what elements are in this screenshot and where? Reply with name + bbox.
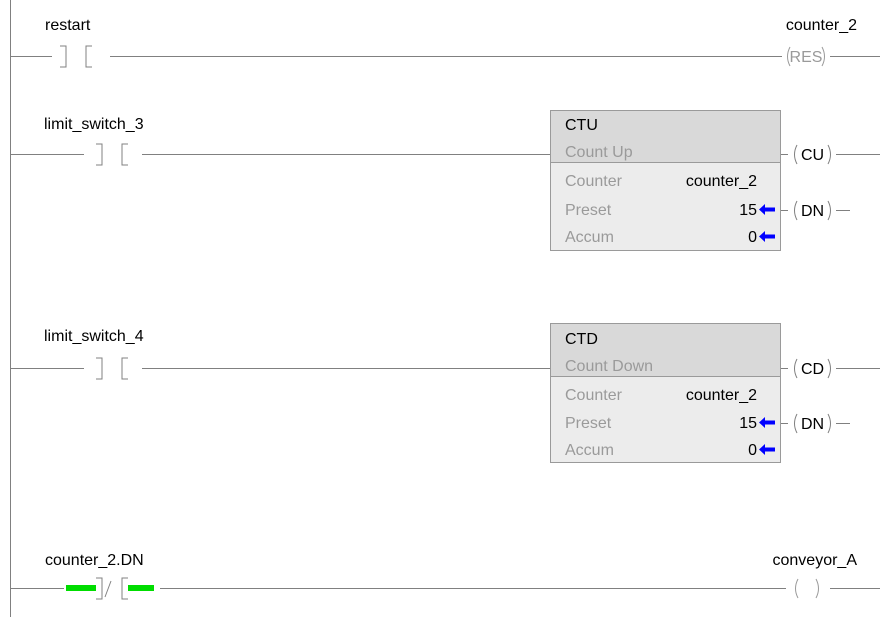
contact-tag-label: counter_2.DN bbox=[45, 552, 144, 569]
rung-1[interactable]: limit_switch_3 CTU Count Up Counter coun… bbox=[10, 110, 880, 251]
block-title: Count Up bbox=[565, 144, 633, 161]
coil-symbol: RES bbox=[790, 49, 823, 66]
contact-tag-label: restart bbox=[45, 17, 91, 34]
coil-tag-label: counter_2 bbox=[786, 17, 857, 34]
preset-param-label: Preset bbox=[565, 202, 612, 219]
accum-param-value[interactable]: 0 bbox=[748, 229, 757, 246]
rung-0[interactable]: restart counter_2 RES bbox=[10, 17, 880, 70]
cu-output-label: CU bbox=[801, 147, 824, 164]
contact-tag-label: limit_switch_3 bbox=[44, 116, 144, 133]
block-title: Count Down bbox=[565, 358, 653, 375]
counter-param-value[interactable]: counter_2 bbox=[686, 173, 757, 190]
energized-right-segment bbox=[128, 585, 154, 591]
dn-output-label: DN bbox=[801, 203, 824, 220]
rung-2[interactable]: limit_switch_4 CTD Count Down Counter co… bbox=[10, 323, 880, 463]
preset-param-label: Preset bbox=[565, 415, 612, 432]
ctu-block[interactable]: CTU Count Up Counter counter_2 Preset 15… bbox=[550, 110, 781, 251]
block-mnemonic: CTD bbox=[565, 331, 598, 348]
accum-param-value[interactable]: 0 bbox=[748, 442, 757, 459]
ctd-block[interactable]: CTD Count Down Counter counter_2 Preset … bbox=[550, 323, 781, 463]
cd-output-label: CD bbox=[801, 361, 824, 378]
rung-3[interactable]: counter_2.DN conveyor_A bbox=[10, 552, 880, 602]
dn-output-label: DN bbox=[801, 416, 824, 433]
block-mnemonic: CTU bbox=[565, 117, 598, 134]
accum-param-label: Accum bbox=[565, 442, 614, 459]
counter-param-value[interactable]: counter_2 bbox=[686, 387, 757, 404]
accum-param-label: Accum bbox=[565, 229, 614, 246]
res-coil[interactable]: RES bbox=[787, 46, 825, 67]
energized-left-segment bbox=[66, 585, 96, 591]
preset-param-value[interactable]: 15 bbox=[739, 202, 757, 219]
counter-param-label: Counter bbox=[565, 387, 623, 404]
counter-param-label: Counter bbox=[565, 173, 623, 190]
coil-tag-label: conveyor_A bbox=[773, 552, 858, 569]
ladder-diagram: restart counter_2 RES limit_switch_3 CTU… bbox=[10, 0, 880, 617]
contact-tag-label: limit_switch_4 bbox=[44, 328, 144, 345]
preset-param-value[interactable]: 15 bbox=[739, 415, 757, 432]
